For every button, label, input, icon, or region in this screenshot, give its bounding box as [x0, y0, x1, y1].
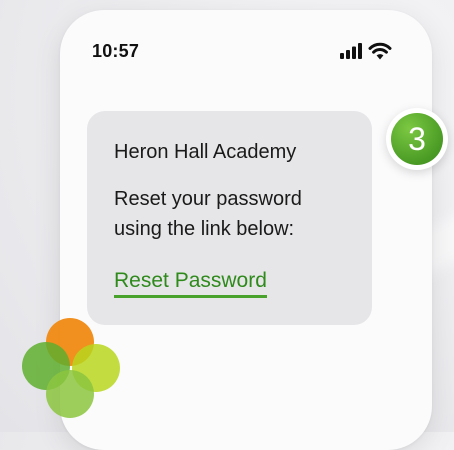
- reset-password-link[interactable]: Reset Password: [114, 269, 267, 298]
- wifi-icon: [368, 42, 392, 60]
- step-number: 3: [391, 113, 443, 165]
- sms-message-card: Heron Hall Academy Reset your password u…: [87, 111, 372, 325]
- cellular-signal-icon: [340, 43, 362, 59]
- status-bar: 10:57: [92, 40, 396, 66]
- message-body-line: Reset your password: [114, 188, 302, 210]
- status-time: 10:57: [92, 41, 140, 61]
- overlapping-circles-logo: [22, 318, 120, 418]
- step-number-badge: 3: [386, 108, 448, 170]
- message-body-line: using the link below:: [114, 218, 295, 240]
- message-sender: Heron Hall Academy: [114, 141, 297, 163]
